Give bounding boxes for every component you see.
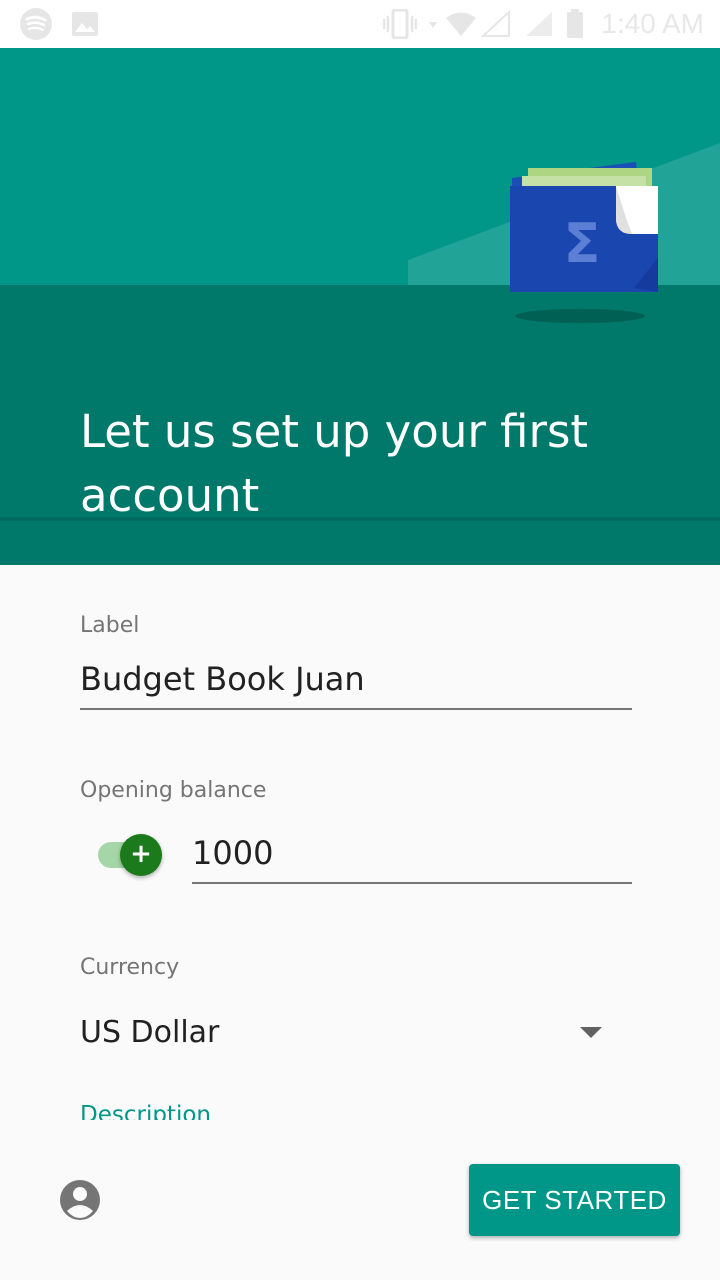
balance-sign-toggle[interactable]: + [96, 834, 164, 876]
label-field-label: Label [80, 613, 140, 638]
currency-dropdown[interactable]: US Dollar [80, 1005, 632, 1061]
battery-icon [564, 0, 586, 48]
opening-balance-label: Opening balance [80, 778, 267, 803]
page-title: Let us set up your first account [80, 405, 589, 522]
currency-value: US Dollar [80, 1015, 220, 1050]
dropdown-arrow-icon [580, 1027, 602, 1038]
header-shadow [0, 517, 720, 521]
currency-label: Currency [80, 955, 180, 980]
get-started-button[interactable]: GET STARTED [469, 1164, 680, 1236]
plus-icon: + [120, 834, 162, 876]
vibrate-icon [382, 0, 418, 48]
description-label: Description [80, 1102, 211, 1120]
signal-icon [480, 0, 512, 48]
svg-text:Σ: Σ [564, 212, 601, 275]
status-bar: 1:40 AM [0, 0, 720, 48]
spotify-icon [18, 0, 54, 48]
signal-icon-2 [522, 0, 556, 48]
status-time: 1:40 AM [601, 8, 704, 39]
description-field[interactable]: Description [80, 1096, 380, 1120]
label-input[interactable] [80, 650, 632, 710]
wifi-icon [444, 0, 478, 48]
account-circle-icon[interactable] [58, 1178, 102, 1222]
data-arrow-icon [426, 0, 440, 48]
image-icon [70, 0, 100, 48]
header: Σ Let us set up your first account [0, 48, 720, 565]
wallet-sigma-icon: Σ [510, 162, 658, 323]
opening-balance-input[interactable] [192, 824, 632, 884]
